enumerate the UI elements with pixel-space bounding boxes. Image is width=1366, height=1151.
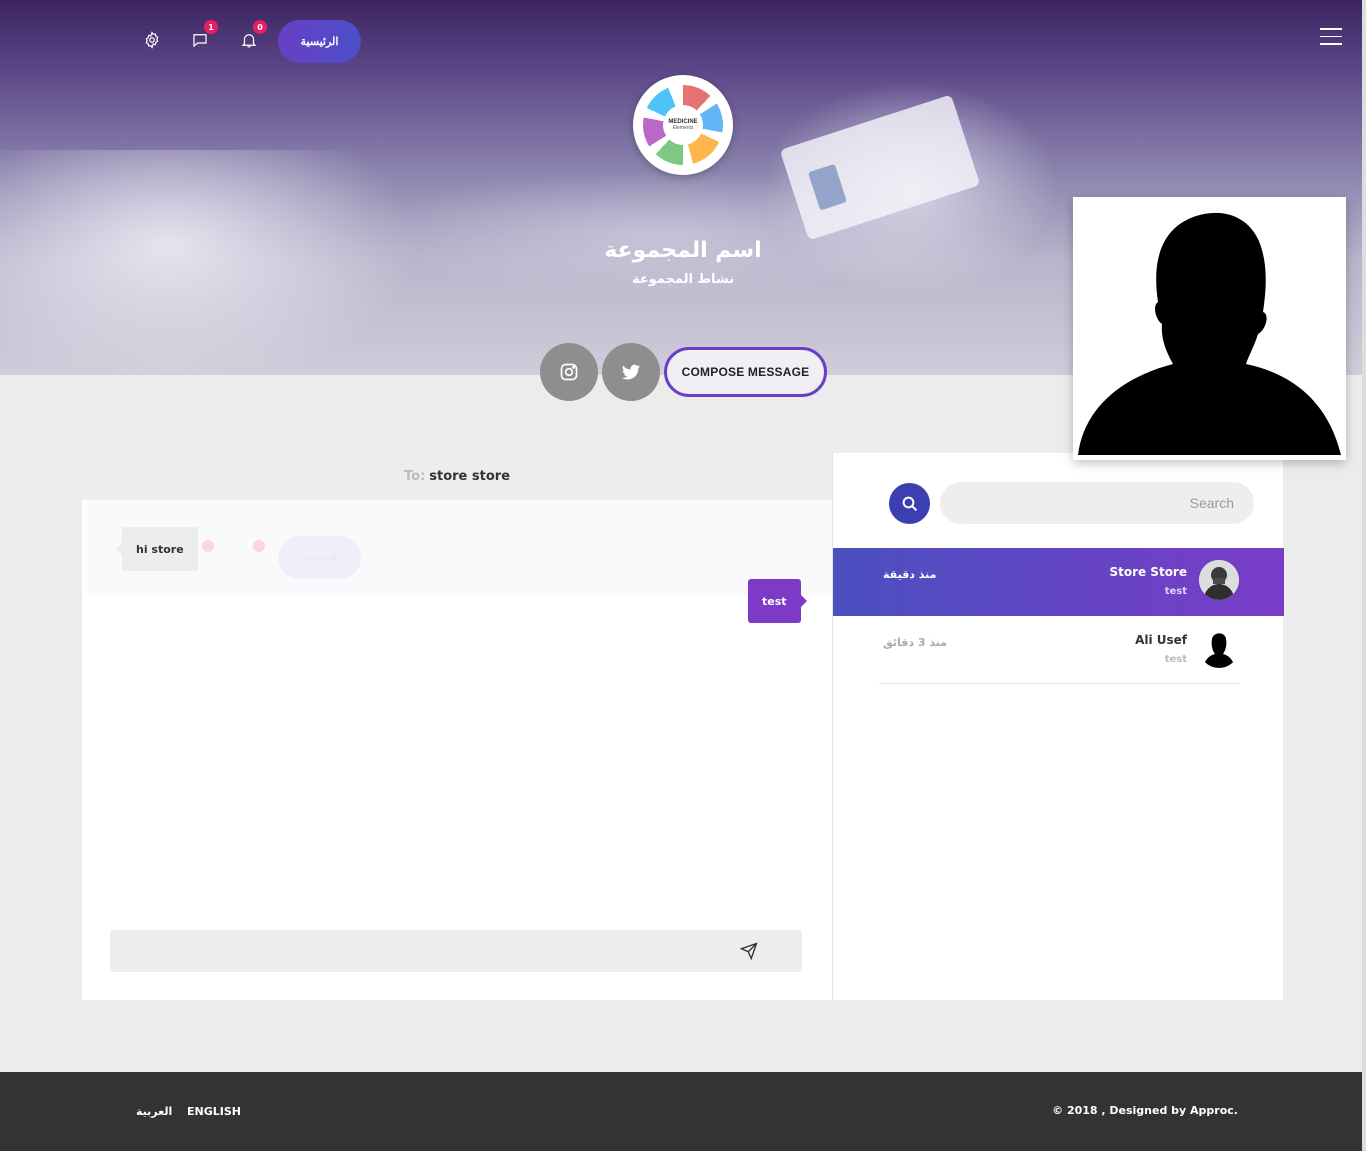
conversations-panel: Store Store test منذ دقيقة Ali Usef test… <box>832 453 1284 1000</box>
hamburger-menu-button[interactable] <box>1320 28 1342 46</box>
conversation-item-ali-usef[interactable]: Ali Usef test منذ 3 دقائق <box>833 616 1284 684</box>
recipient-name: store store <box>429 469 511 484</box>
chat-bubble-icon <box>193 34 207 48</box>
group-name: اسم المجموعة <box>604 238 762 263</box>
conversation-item-store-store[interactable]: Store Store test منذ دقيقة <box>833 548 1284 616</box>
profile-card <box>1073 197 1346 460</box>
message-composer <box>110 930 802 972</box>
divider <box>879 683 1239 684</box>
notifications-badge: 0 <box>253 20 267 34</box>
language-english-link[interactable]: ENGLISH <box>187 1105 241 1118</box>
home-button[interactable]: الرئيسية <box>278 20 361 63</box>
logo-subtitle: Elements <box>672 125 694 131</box>
faded-home-button: الرئيسية <box>278 536 361 579</box>
twitter-button[interactable] <box>602 343 660 401</box>
message-thread[interactable]: الرئيسية hi store test <box>87 500 832 930</box>
incoming-message: hi store <box>116 527 198 571</box>
recipient-bar: To: store store <box>82 453 832 500</box>
message-input[interactable] <box>110 930 750 972</box>
group-activity: نشاط المجموعة <box>631 272 735 287</box>
avatar <box>1199 628 1239 668</box>
send-icon[interactable] <box>740 942 758 960</box>
instagram-icon <box>560 363 578 381</box>
notifications-button[interactable]: 0 <box>234 20 267 55</box>
gear-icon <box>145 31 159 49</box>
search-button[interactable] <box>889 483 930 524</box>
conversation-preview: test <box>1164 654 1187 665</box>
twitter-icon <box>621 364 641 380</box>
outgoing-message: test <box>748 579 807 623</box>
group-logo: MEDICINE Elements <box>633 75 733 175</box>
language-arabic-link[interactable]: العربية <box>136 1105 172 1118</box>
bell-icon <box>241 34 257 48</box>
to-label: To: <box>403 469 426 484</box>
search-icon <box>902 496 917 511</box>
chat-panel: To: store store الرئيسية hi store test <box>82 453 832 1000</box>
conversation-name: Store Store <box>1109 565 1187 579</box>
profile-silhouette-image <box>1078 202 1341 455</box>
conversation-time: منذ دقيقة <box>883 568 937 581</box>
footer: العربية ENGLISH © 2018 , Designed by App… <box>0 1072 1366 1151</box>
instagram-button[interactable] <box>540 343 598 401</box>
compose-message-button[interactable]: COMPOSE MESSAGE <box>664 347 827 397</box>
page-scrollbar[interactable] <box>1362 0 1366 1151</box>
menu-icon <box>1320 28 1342 30</box>
search-input[interactable] <box>940 482 1254 524</box>
avatar <box>1199 560 1239 600</box>
conversation-preview: test <box>1164 586 1187 597</box>
messages-badge: 1 <box>204 20 218 34</box>
settings-button[interactable] <box>137 25 167 55</box>
copyright-text: © 2018 , Designed by Approc. <box>1052 1104 1238 1117</box>
conversation-name: Ali Usef <box>1135 633 1187 647</box>
messages-button[interactable]: 1 <box>185 20 218 55</box>
header-reflection: الرئيسية <box>87 500 832 595</box>
conversation-time: منذ 3 دقائق <box>883 636 947 649</box>
